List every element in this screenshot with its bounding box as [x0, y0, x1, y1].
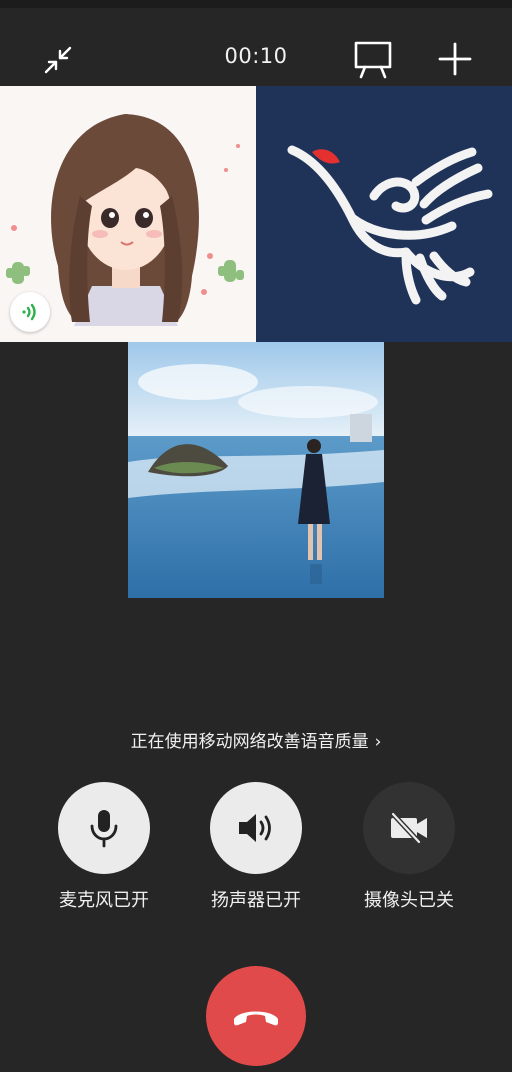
beach-photo-avatar: [128, 342, 384, 598]
microphone-control: 麦克风已开: [34, 782, 174, 912]
speaker-toggle-button[interactable]: [210, 782, 302, 874]
speaker-label: 扬声器已开: [211, 890, 301, 911]
sound-wave-icon: [22, 303, 36, 321]
screen-share-button[interactable]: [350, 38, 396, 82]
microphone-icon: [90, 810, 118, 848]
speaker-icon: [239, 814, 271, 842]
camera-label: 摄像头已关: [364, 890, 454, 911]
phone-hangup-icon: [234, 1011, 278, 1026]
hangup-button[interactable]: [206, 966, 306, 1066]
status-strip: [0, 0, 512, 8]
red-crowned-crane-logo: [256, 86, 512, 342]
speaker-control: 扬声器已开: [186, 782, 326, 912]
add-participant-button[interactable]: [432, 36, 478, 82]
participant-tile-1[interactable]: [0, 86, 256, 342]
top-bar: 00:10: [0, 28, 512, 88]
presentation-screen-icon: [354, 41, 392, 79]
collapse-arrows-icon: [44, 46, 72, 74]
voice-call-screen: 00:10 正在使用移动网络改善语音质量 › 麦克风已开 扬声器已开 摄像头已关: [0, 0, 512, 1072]
participant-tile-2[interactable]: [256, 86, 512, 342]
network-notice-text: 正在使用移动网络改善语音质量: [130, 732, 369, 752]
plus-icon: [438, 42, 472, 76]
minimize-button[interactable]: [38, 40, 78, 80]
microphone-label: 麦克风已开: [59, 890, 149, 911]
microphone-toggle-button[interactable]: [58, 782, 150, 874]
camera-control: 摄像头已关: [339, 782, 479, 912]
network-notice[interactable]: 正在使用移动网络改善语音质量 ›: [0, 726, 512, 758]
camera-toggle-button[interactable]: [363, 782, 455, 874]
chevron-right-icon: ›: [374, 732, 382, 752]
camera-off-icon: [390, 811, 427, 845]
participant-tile-3[interactable]: [128, 342, 384, 598]
speaking-indicator: [10, 292, 50, 332]
